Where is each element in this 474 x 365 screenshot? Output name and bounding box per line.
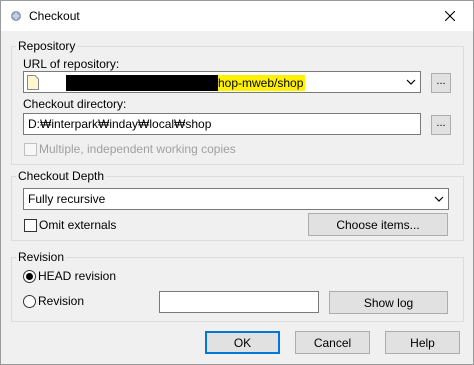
help-button[interactable]: Help: [385, 331, 460, 354]
checkout-dialog: Checkout Repository URL of repository: h…: [0, 0, 474, 365]
revision-radio[interactable]: [23, 295, 36, 308]
url-label: URL of repository:: [23, 57, 120, 71]
url-combobox[interactable]: hop-mweb/shop: [23, 71, 421, 93]
browse-directory-button[interactable]: ...: [431, 115, 451, 135]
app-icon: [11, 11, 21, 21]
url-redacted-part: [66, 75, 218, 91]
head-revision-label: HEAD revision: [38, 269, 117, 283]
choose-items-button[interactable]: Choose items...: [308, 213, 448, 236]
head-revision-radio[interactable]: [23, 270, 36, 283]
multiple-copies-checkbox[interactable]: [24, 143, 37, 156]
checkout-depth-group-label: Checkout Depth: [18, 169, 105, 183]
close-icon: [445, 11, 455, 21]
omit-externals-label: Omit externals: [39, 218, 117, 232]
checkout-directory-label: Checkout directory:: [23, 97, 127, 111]
window-title: Checkout: [29, 9, 80, 23]
show-log-button[interactable]: Show log: [329, 291, 448, 314]
revision-group-label: Revision: [18, 250, 65, 264]
title-bar: Checkout: [1, 1, 473, 31]
checkout-depth-value: Fully recursive: [28, 192, 106, 206]
ok-button[interactable]: OK: [205, 331, 280, 354]
omit-externals-checkbox[interactable]: [24, 219, 37, 232]
chevron-down-icon[interactable]: [404, 75, 418, 89]
revision-label: Revision: [38, 294, 85, 308]
browse-url-button[interactable]: ...: [431, 73, 451, 93]
close-button[interactable]: [427, 1, 473, 31]
repository-group-label: Repository: [18, 39, 76, 53]
cancel-button[interactable]: Cancel: [295, 331, 370, 354]
url-value: hop-mweb/shop: [218, 75, 306, 91]
file-icon: [27, 75, 39, 90]
revision-input[interactable]: [159, 291, 319, 313]
multiple-copies-label: Multiple, independent working copies: [39, 142, 236, 156]
chevron-down-icon[interactable]: [432, 192, 446, 206]
checkout-directory-input[interactable]: D:₩interpark₩inday₩local₩shop: [23, 113, 421, 135]
checkout-depth-select[interactable]: Fully recursive: [23, 188, 449, 210]
